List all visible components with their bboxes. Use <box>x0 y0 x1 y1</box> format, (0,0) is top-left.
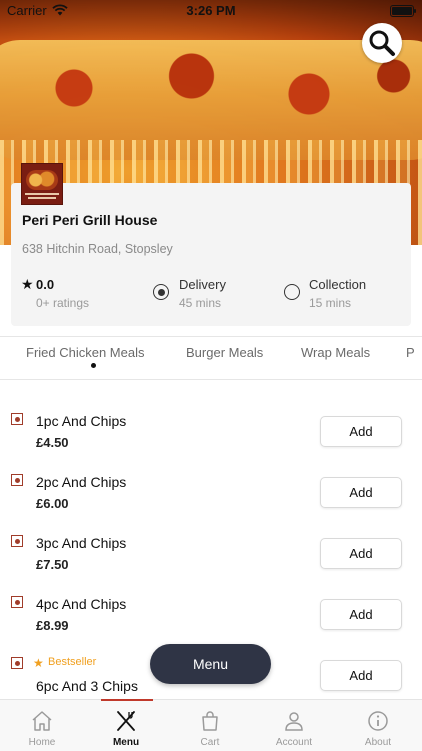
item-name: 1pc And Chips <box>36 413 127 429</box>
tab-fried-chicken-meals[interactable]: Fried Chicken Meals <box>26 345 145 360</box>
rating-value: 0.0 <box>36 277 55 292</box>
item-price: £8.99 <box>36 618 69 633</box>
tab-wrap-meals[interactable]: Wrap Meals <box>301 345 370 360</box>
ratings-count: 0+ ratings <box>36 296 90 310</box>
item-name: 3pc And Chips <box>36 535 127 551</box>
menu-item: 3pc And Chips £7.50 Add <box>0 527 422 588</box>
collection-time: 15 mins <box>309 296 352 310</box>
shopping-bag-icon <box>202 711 218 731</box>
category-tabs: Fried Chicken Meals Burger Meals Wrap Me… <box>0 336 422 380</box>
menu-item: 4pc And Chips £8.99 Add <box>0 588 422 649</box>
battery-icon <box>390 5 416 17</box>
item-name: 6pc And 3 Chips <box>36 678 138 694</box>
star-icon: ★ <box>21 276 34 292</box>
item-price: £6.00 <box>36 496 69 511</box>
item-name: 2pc And Chips <box>36 474 127 490</box>
home-icon <box>32 711 52 731</box>
fork-knife-icon <box>117 711 135 731</box>
nav-menu-label: Menu <box>112 737 140 748</box>
food-type-icon <box>11 535 23 547</box>
user-icon <box>285 712 303 731</box>
collection-label: Collection <box>309 277 367 292</box>
add-button[interactable]: Add <box>320 538 402 569</box>
restaurant-address: 638 Hitchin Road, Stopsley <box>22 242 173 256</box>
menu-item: 1pc And Chips £4.50 Add <box>0 405 422 466</box>
nav-cart[interactable]: Cart <box>168 700 252 751</box>
nav-about[interactable]: About <box>336 700 420 751</box>
nav-menu[interactable]: Menu <box>84 700 168 751</box>
info-icon <box>368 711 388 731</box>
delivery-time: 45 mins <box>179 296 222 310</box>
item-price: £4.50 <box>36 435 69 450</box>
clock: 3:26 PM <box>186 3 236 18</box>
add-button[interactable]: Add <box>320 416 402 447</box>
search-button[interactable] <box>362 23 402 63</box>
active-tab-indicator <box>91 363 96 368</box>
menu-item: 2pc And Chips £6.00 Add <box>0 466 422 527</box>
restaurant-logo <box>21 163 63 205</box>
collection-radio[interactable] <box>284 284 300 300</box>
nav-about-label: About <box>364 737 392 748</box>
nav-cart-label: Cart <box>200 737 220 748</box>
food-type-icon <box>11 596 23 608</box>
status-bar: Carrier 3:26 PM <box>0 0 422 22</box>
nav-account[interactable]: Account <box>252 700 336 751</box>
nav-account-label: Account <box>275 737 313 748</box>
item-name: 4pc And Chips <box>36 596 127 612</box>
add-button[interactable]: Add <box>320 599 402 630</box>
nav-home-label: Home <box>28 737 56 748</box>
food-type-icon <box>11 657 23 669</box>
bottom-nav: Home Menu Cart Account About <box>0 699 422 751</box>
delivery-radio[interactable] <box>153 284 169 300</box>
tab-burger-meals[interactable]: Burger Meals <box>186 345 263 360</box>
delivery-label: Delivery <box>179 277 226 292</box>
restaurant-name: Peri Peri Grill House <box>22 212 158 228</box>
nav-home[interactable]: Home <box>0 700 84 751</box>
bestseller-badge: Bestseller <box>48 656 97 668</box>
tab-next-category[interactable]: P <box>406 345 415 360</box>
menu-floating-button[interactable]: Menu <box>150 644 271 684</box>
active-nav-indicator <box>101 699 153 701</box>
item-price: £7.50 <box>36 557 69 572</box>
bestseller-star-icon: ★ <box>33 656 44 670</box>
food-type-icon <box>11 413 23 425</box>
food-type-icon <box>11 474 23 486</box>
add-button[interactable]: Add <box>320 477 402 508</box>
add-button[interactable]: Add <box>320 660 402 691</box>
search-icon <box>369 30 395 56</box>
